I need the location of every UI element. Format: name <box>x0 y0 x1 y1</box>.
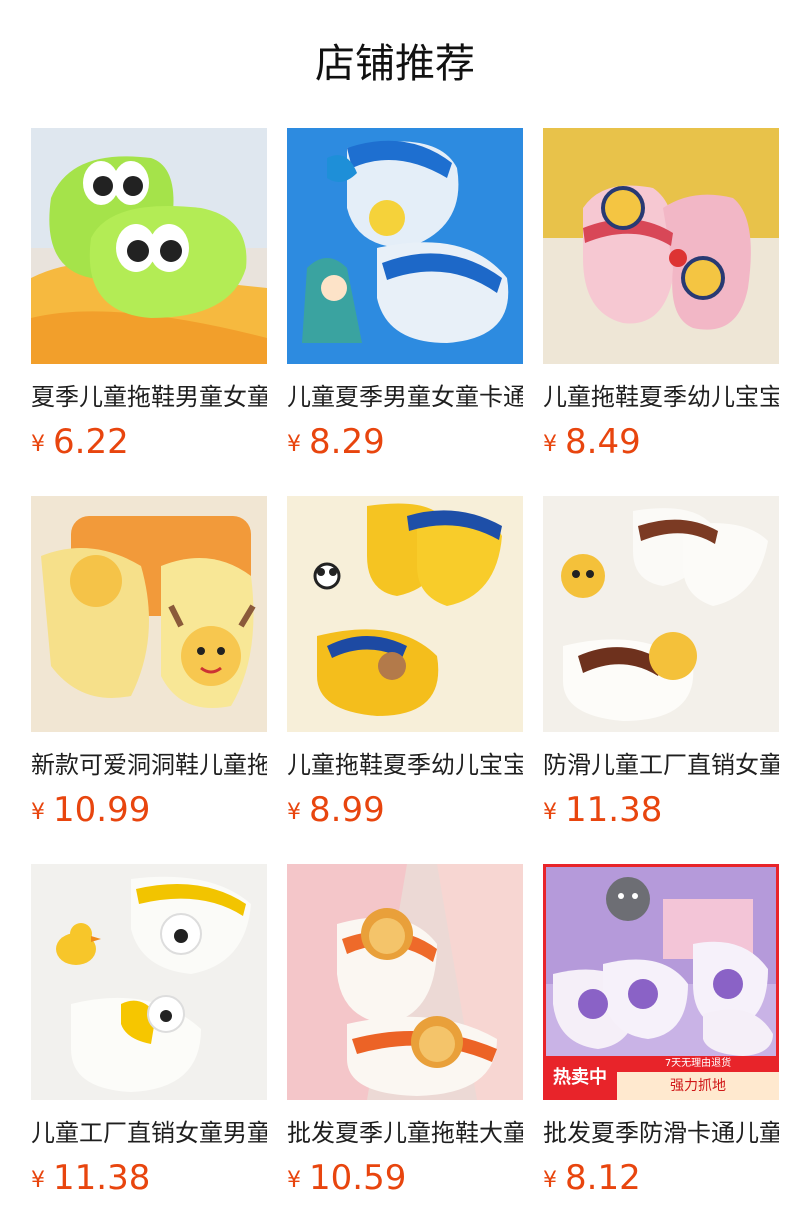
currency-symbol: ¥ <box>543 1168 557 1193</box>
currency-symbol: ¥ <box>543 800 557 825</box>
page-title: 店铺推荐 <box>315 41 475 87</box>
product-card[interactable]: 防滑儿童工厂直销女童 ¥11.38 <box>543 496 779 864</box>
product-card[interactable]: 儿童拖鞋夏季幼儿宝宝 ¥8.49 <box>543 128 779 496</box>
product-name[interactable]: 批发夏季儿童拖鞋大童 <box>287 1116 523 1150</box>
product-name[interactable]: 新款可爱洞洞鞋儿童拖 <box>31 748 267 782</box>
product-name[interactable]: 儿童拖鞋夏季幼儿宝宝 <box>543 380 779 414</box>
return-policy-label: 7天无理由退货 <box>617 1056 779 1072</box>
product-name[interactable]: 儿童拖鞋夏季幼儿宝宝 <box>287 748 523 782</box>
currency-symbol: ¥ <box>287 432 301 457</box>
product-price: ¥10.99 <box>31 788 267 832</box>
price-value: 10.99 <box>53 790 151 830</box>
product-price: ¥10.59 <box>287 1156 523 1200</box>
hot-sale-label: 热卖中 <box>543 1056 617 1100</box>
product-card[interactable]: 儿童夏季男童女童卡通 ¥8.29 <box>287 128 523 496</box>
grip-slogan-label: 强力抓地 <box>670 1078 726 1094</box>
product-card[interactable]: 儿童工厂直销女童男童 ¥11.38 <box>31 864 267 1232</box>
currency-symbol: ¥ <box>287 800 301 825</box>
currency-symbol: ¥ <box>543 432 557 457</box>
price-value: 10.59 <box>309 1158 407 1198</box>
product-name[interactable]: 儿童夏季男童女童卡通 <box>287 380 523 414</box>
product-name[interactable]: 夏季儿童拖鞋男童女童 <box>31 380 267 414</box>
product-image[interactable] <box>287 128 523 364</box>
product-image[interactable] <box>287 864 523 1100</box>
product-card[interactable]: 批发夏季儿童拖鞋大童 ¥10.59 <box>287 864 523 1232</box>
product-card[interactable]: 新款可爱洞洞鞋儿童拖 ¥10.99 <box>31 496 267 864</box>
product-image[interactable] <box>31 496 267 732</box>
currency-symbol: ¥ <box>287 1168 301 1193</box>
currency-symbol: ¥ <box>31 800 45 825</box>
price-value: 11.38 <box>53 1158 151 1198</box>
promo-info: 7天无理由退货 强力抓地 <box>617 1056 779 1100</box>
product-price: ¥6.22 <box>31 420 267 464</box>
product-price: ¥8.29 <box>287 420 523 464</box>
price-value: 11.38 <box>565 790 663 830</box>
product-image[interactable]: 热卖中 7天无理由退货 强力抓地 <box>543 864 779 1100</box>
price-value: 6.22 <box>53 422 129 462</box>
product-image[interactable] <box>287 496 523 732</box>
product-card[interactable]: 儿童拖鞋夏季幼儿宝宝 ¥8.99 <box>287 496 523 864</box>
price-value: 8.12 <box>565 1158 641 1198</box>
product-price: ¥8.49 <box>543 420 779 464</box>
product-name[interactable]: 儿童工厂直销女童男童 <box>31 1116 267 1150</box>
product-image[interactable] <box>31 864 267 1100</box>
price-value: 8.99 <box>309 790 385 830</box>
product-price: ¥11.38 <box>31 1156 267 1200</box>
product-name[interactable]: 批发夏季防滑卡通儿童 <box>543 1116 779 1150</box>
product-price: ¥11.38 <box>543 788 779 832</box>
currency-symbol: ¥ <box>31 1168 45 1193</box>
price-value: 8.29 <box>309 422 385 462</box>
product-image[interactable] <box>543 496 779 732</box>
product-name[interactable]: 防滑儿童工厂直销女童 <box>543 748 779 782</box>
product-card[interactable]: 夏季儿童拖鞋男童女童 ¥6.22 <box>31 128 267 496</box>
currency-symbol: ¥ <box>31 432 45 457</box>
product-price: ¥8.12 <box>543 1156 779 1200</box>
product-card[interactable]: 热卖中 7天无理由退货 强力抓地 批发夏季防滑卡通儿童 ¥8.12 <box>543 864 779 1232</box>
price-value: 8.49 <box>565 422 641 462</box>
product-price: ¥8.99 <box>287 788 523 832</box>
product-grid: 夏季儿童拖鞋男童女童 ¥6.22 儿童夏季男童女童卡通 ¥8.29 儿童拖鞋夏季… <box>31 128 779 1232</box>
promo-badge: 热卖中 7天无理由退货 强力抓地 <box>543 1056 779 1100</box>
product-image[interactable] <box>31 128 267 364</box>
product-image[interactable] <box>543 128 779 364</box>
